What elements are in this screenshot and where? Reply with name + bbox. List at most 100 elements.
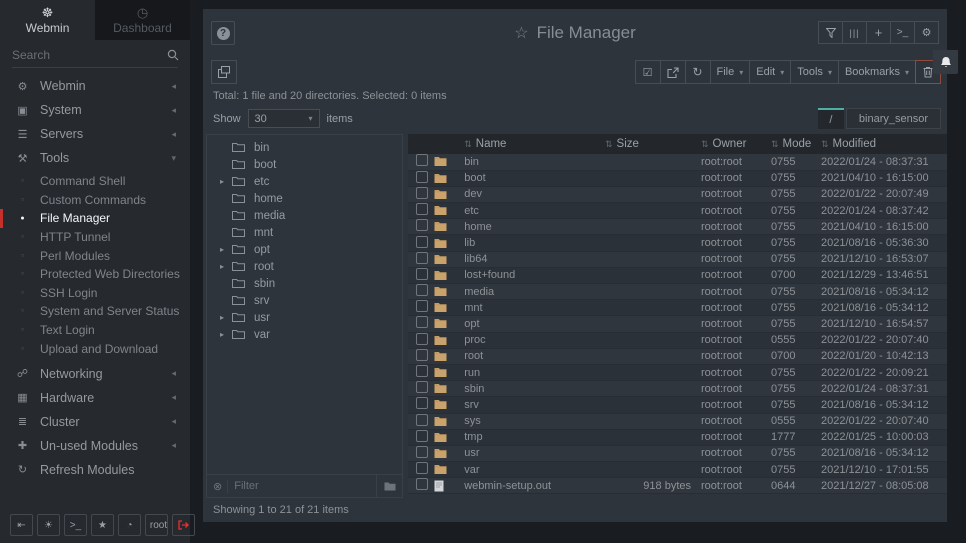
file-row-var[interactable]: varroot:root07552021/12/10 - 17:01:55: [408, 462, 947, 478]
file-name[interactable]: root: [464, 348, 605, 364]
sidebar-item-un-used-modules[interactable]: ✚Un-used Modules◂: [0, 434, 190, 458]
file-row-opt[interactable]: optroot:root07552021/12/10 - 16:54:57: [408, 316, 947, 332]
sort-icon[interactable]: ⇅: [464, 139, 472, 149]
sidebar-item-command-shell[interactable]: ○Command Shell: [0, 172, 190, 191]
sort-icon[interactable]: ⇅: [605, 139, 613, 149]
file-name[interactable]: srv: [464, 397, 605, 413]
row-checkbox[interactable]: [416, 333, 428, 345]
row-checkbox[interactable]: [416, 397, 428, 409]
file-name[interactable]: opt: [464, 316, 605, 332]
file-row-srv[interactable]: srvroot:root07552021/08/16 - 05:34:12: [408, 397, 947, 413]
sidebar-item-ssh-login[interactable]: ○SSH Login: [0, 284, 190, 303]
col-header-modified[interactable]: ⇅Modified: [821, 134, 947, 154]
row-checkbox[interactable]: [416, 365, 428, 377]
sort-icon[interactable]: ⇅: [771, 139, 779, 149]
copy-path-button[interactable]: [211, 60, 237, 84]
row-checkbox[interactable]: [416, 300, 428, 312]
favorites-button[interactable]: ★: [91, 514, 114, 536]
row-checkbox[interactable]: [416, 430, 428, 442]
row-checkbox[interactable]: [416, 349, 428, 361]
tree-item-etc[interactable]: ▸etc: [207, 173, 402, 190]
sidebar-item-system-and-server-status[interactable]: ○System and Server Status: [0, 302, 190, 321]
file-name[interactable]: home: [464, 219, 605, 235]
menu-bookmarks[interactable]: Bookmarks▾: [838, 60, 916, 84]
tree-item-boot[interactable]: boot: [207, 156, 402, 173]
tree-item-opt[interactable]: ▸opt: [207, 241, 402, 258]
tree-item-root[interactable]: ▸root: [207, 258, 402, 275]
theme-button[interactable]: ☀: [37, 514, 60, 536]
refresh-list-button[interactable]: ↻: [685, 60, 711, 84]
file-row-root[interactable]: rootroot:root07002022/01/20 - 10:42:13: [408, 348, 947, 364]
file-name[interactable]: media: [464, 284, 605, 300]
search-icon[interactable]: [167, 49, 179, 61]
file-row-home[interactable]: homeroot:root07552021/04/10 - 16:15:00: [408, 219, 947, 235]
file-name[interactable]: sbin: [464, 381, 605, 397]
file-name[interactable]: boot: [464, 170, 605, 186]
language-button[interactable]: ◔: [118, 514, 141, 536]
sidebar-item-upload-and-download[interactable]: ○Upload and Download: [0, 339, 190, 358]
file-name[interactable]: lib64: [464, 251, 605, 267]
file-name[interactable]: sys: [464, 413, 605, 429]
sort-icon[interactable]: ⇅: [701, 139, 709, 149]
file-row-lib[interactable]: libroot:root07552021/08/16 - 05:36:30: [408, 235, 947, 251]
menu-tools[interactable]: Tools▾: [790, 60, 839, 84]
row-checkbox[interactable]: [416, 203, 428, 215]
row-checkbox[interactable]: [416, 154, 428, 166]
sort-icon[interactable]: ⇅: [821, 139, 829, 149]
sidebar-item-file-manager[interactable]: ●File Manager: [0, 209, 190, 228]
page-size-select[interactable]: 30 ▾: [248, 109, 320, 128]
row-checkbox[interactable]: [416, 268, 428, 280]
row-checkbox[interactable]: [416, 478, 428, 490]
expand-arrow-icon[interactable]: ▸: [220, 177, 232, 186]
file-name[interactable]: proc: [464, 332, 605, 348]
row-checkbox[interactable]: [416, 414, 428, 426]
expand-arrow-icon[interactable]: ▸: [220, 330, 232, 339]
file-row-sbin[interactable]: sbinroot:root07552022/01/24 - 08:37:31: [408, 381, 947, 397]
tree-folder-button[interactable]: [376, 475, 402, 497]
file-row-mnt[interactable]: mntroot:root07552021/08/16 - 05:34:12: [408, 300, 947, 316]
breadcrumb-root[interactable]: /: [818, 108, 844, 129]
col-header-size[interactable]: ⇅Size: [605, 134, 701, 154]
menu-file[interactable]: File▾: [710, 60, 751, 84]
file-row-boot[interactable]: bootroot:root07552021/04/10 - 16:15:00: [408, 170, 947, 186]
search-input[interactable]: [12, 48, 167, 62]
file-row-dev[interactable]: devroot:root07552022/01/22 - 20:07:49: [408, 186, 947, 202]
sidebar-item-perl-modules[interactable]: ○Perl Modules: [0, 246, 190, 265]
file-row-bin[interactable]: binroot:root07552022/01/24 - 08:37:31: [408, 154, 947, 170]
tree-item-mnt[interactable]: mnt: [207, 224, 402, 241]
sidebar-item-system[interactable]: ▣System◂: [0, 98, 190, 122]
sidebar-item-networking[interactable]: ☍Networking◂: [0, 362, 190, 386]
row-checkbox[interactable]: [416, 171, 428, 183]
file-row-tmp[interactable]: tmproot:root17772022/01/25 - 10:00:03: [408, 429, 947, 445]
sidebar-item-refresh-modules[interactable]: ↻Refresh Modules: [0, 458, 190, 482]
file-row-lost-found[interactable]: lost+foundroot:root07002021/12/29 - 13:4…: [408, 267, 947, 283]
sidebar-item-servers[interactable]: ☰Servers◂: [0, 122, 190, 146]
row-checkbox[interactable]: [416, 446, 428, 458]
file-name[interactable]: lost+found: [464, 267, 605, 283]
row-checkbox[interactable]: [416, 219, 428, 231]
sidebar-item-text-login[interactable]: ○Text Login: [0, 321, 190, 340]
file-row-sys[interactable]: sysroot:root05552022/01/22 - 20:07:40: [408, 413, 947, 429]
file-name[interactable]: lib: [464, 235, 605, 251]
file-name[interactable]: etc: [464, 203, 605, 219]
file-row-etc[interactable]: etcroot:root07552022/01/24 - 08:37:42: [408, 203, 947, 219]
file-name[interactable]: webmin-setup.out: [464, 478, 605, 494]
sidebar-item-http-tunnel[interactable]: ○HTTP Tunnel: [0, 228, 190, 247]
tab-dashboard[interactable]: ◷ Dashboard: [95, 0, 190, 40]
notifications-button[interactable]: [933, 50, 958, 74]
settings-button[interactable]: ⚙: [914, 21, 939, 44]
help-button[interactable]: ?: [211, 21, 235, 45]
file-row-run[interactable]: runroot:root07552022/01/22 - 20:09:21: [408, 364, 947, 380]
sidebar-item-webmin[interactable]: ⚙Webmin◂: [0, 74, 190, 98]
file-name[interactable]: dev: [464, 186, 605, 202]
collapse-sidebar-button[interactable]: ⇤: [10, 514, 33, 536]
file-name[interactable]: bin: [464, 154, 605, 170]
clear-filter-icon[interactable]: ⊗: [213, 480, 222, 493]
tree-item-sbin[interactable]: sbin: [207, 275, 402, 292]
file-row-media[interactable]: mediaroot:root07552021/08/16 - 05:34:12: [408, 284, 947, 300]
file-name[interactable]: run: [464, 364, 605, 380]
row-checkbox[interactable]: [416, 284, 428, 296]
tab-webmin[interactable]: ☸ Webmin: [0, 0, 95, 40]
col-header-name[interactable]: ⇅Name: [464, 134, 605, 154]
terminal-button[interactable]: >_: [64, 514, 87, 536]
